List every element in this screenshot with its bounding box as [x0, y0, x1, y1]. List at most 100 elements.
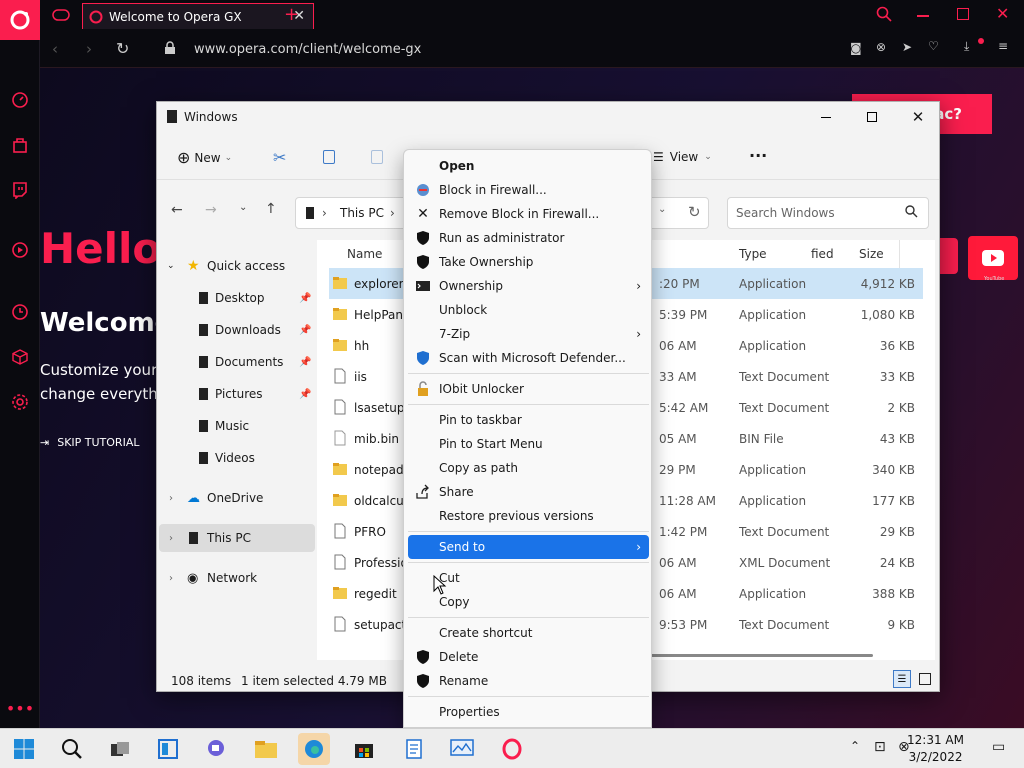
nav-documents[interactable]: Documents 📌 [157, 348, 313, 376]
file-explorer-taskbar-icon[interactable] [250, 733, 282, 765]
nav-desktop[interactable]: Desktop 📌 [157, 284, 313, 312]
breadcrumb-this-pc[interactable]: This PC [340, 206, 384, 220]
menu-take-ownership[interactable]: Take Ownership [408, 250, 649, 274]
column-type[interactable]: Type [739, 240, 767, 268]
camera-icon[interactable]: ◙ [850, 41, 862, 55]
taskbar-search-icon[interactable] [56, 733, 88, 765]
settings-gear-icon[interactable] [10, 392, 30, 412]
adblock-icon[interactable]: ⊗ [876, 40, 886, 54]
search-tabs-icon[interactable] [876, 6, 892, 25]
tab-welcome[interactable]: Welcome to Opera GX ✕ [82, 3, 314, 29]
menu-unblock[interactable]: Unblock [408, 298, 649, 322]
nav-quick-access[interactable]: ⌄ ★ Quick access [157, 252, 313, 280]
minimize-icon[interactable] [917, 15, 929, 17]
chat-icon[interactable] [200, 733, 232, 765]
heart-icon[interactable]: ♡ [928, 39, 939, 53]
nav-pictures[interactable]: Pictures 📌 [157, 380, 313, 408]
explorer-title-bar[interactable]: Windows ✕ [157, 102, 939, 132]
menu-copy-as-path[interactable]: Copy as path [408, 456, 649, 480]
details-view-icon[interactable]: ☰ [893, 670, 911, 688]
cube-icon[interactable] [10, 347, 30, 367]
more-options-icon[interactable]: ··· [749, 146, 767, 165]
menu-share[interactable]: Share [408, 480, 649, 504]
speed-dial-icon[interactable] [10, 90, 30, 110]
menu-pin-taskbar[interactable]: Pin to taskbar [408, 408, 649, 432]
menu-7zip[interactable]: 7-Zip › [408, 322, 649, 346]
notepad-taskbar-icon[interactable] [398, 733, 430, 765]
menu-rename[interactable]: Rename [408, 669, 649, 693]
view-button[interactable]: ☰ View ⌄ [653, 150, 712, 164]
nav-videos[interactable]: Videos [157, 444, 313, 472]
new-tab-plus-icon[interactable]: + [284, 4, 299, 25]
edge-taskbar-icon[interactable] [298, 733, 330, 765]
nav-this-pc[interactable]: › This PC [159, 524, 315, 552]
menu-properties[interactable]: Properties [408, 700, 649, 724]
address-dropdown-icon[interactable]: ⌄ [658, 204, 666, 215]
download-icon[interactable]: ⤓ [964, 39, 969, 54]
store-icon[interactable] [10, 135, 30, 155]
more-dots-icon[interactable]: ••• [6, 698, 34, 718]
menu-open[interactable]: Open [408, 154, 649, 178]
menu-restore-versions[interactable]: Restore previous versions [408, 504, 649, 528]
search-input[interactable]: Search Windows [727, 197, 929, 229]
skip-tutorial-link[interactable]: ⇥ SKIP TUTORIAL [40, 436, 139, 449]
column-size[interactable]: Size [859, 240, 884, 268]
expand-chevron-icon[interactable]: › [169, 533, 173, 544]
easy-setup-icon[interactable]: ≡ [998, 39, 1008, 53]
forward-icon[interactable]: › [86, 40, 92, 58]
explorer-maximize-button[interactable] [849, 102, 895, 132]
notification-center-icon[interactable]: ▭ [992, 739, 1005, 755]
system-clock[interactable]: 12:31 AM 3/2/2022 [907, 732, 964, 766]
menu-scan-defender[interactable]: Scan with Microsoft Defender... [408, 346, 649, 370]
expand-chevron-icon[interactable]: › [169, 493, 173, 504]
tray-chevron-up-icon[interactable]: ⌃ [850, 739, 860, 753]
store-taskbar-icon[interactable] [348, 733, 380, 765]
nav-music[interactable]: Music [157, 412, 313, 440]
cut-icon[interactable]: ✂ [273, 148, 286, 167]
opera-taskbar-icon[interactable] [496, 733, 528, 765]
opera-logo-icon[interactable] [0, 0, 40, 40]
player-icon[interactable] [10, 240, 30, 260]
paste-icon[interactable] [371, 150, 383, 164]
refresh-icon[interactable]: ↻ [688, 203, 701, 221]
youtube-tile[interactable] [968, 236, 1018, 280]
nav-onedrive[interactable]: › ☁ OneDrive [157, 484, 313, 512]
reload-icon[interactable]: ↻ [116, 39, 129, 58]
tiles-view-icon[interactable] [919, 673, 931, 685]
nav-forward-icon[interactable]: → [205, 202, 217, 218]
monitor-taskbar-icon[interactable] [446, 733, 478, 765]
nav-network[interactable]: › ◉ Network [157, 564, 313, 592]
menu-iobit-unlocker[interactable]: IObit Unlocker [408, 377, 649, 401]
copy-icon[interactable] [323, 150, 335, 164]
send-icon[interactable]: ➤ [902, 40, 912, 54]
widgets-icon[interactable] [152, 733, 184, 765]
expand-chevron-icon[interactable]: ⌄ [167, 261, 175, 271]
url-text[interactable]: www.opera.com/client/welcome-gx [194, 42, 421, 57]
menu-remove-block-firewall[interactable]: ✕ Remove Block in Firewall... [408, 202, 649, 226]
twitch-icon[interactable] [10, 180, 30, 200]
menu-delete[interactable]: Delete [408, 645, 649, 669]
network-tray-icon[interactable]: ⊡ [874, 739, 886, 755]
task-view-icon[interactable] [104, 733, 136, 765]
menu-create-shortcut[interactable]: Create shortcut [408, 621, 649, 645]
recent-locations-icon[interactable]: ⌄ [239, 202, 247, 213]
expand-chevron-icon[interactable]: › [169, 573, 173, 584]
restore-icon[interactable] [957, 8, 969, 20]
column-name[interactable]: Name [347, 240, 382, 268]
menu-block-firewall[interactable]: Block in Firewall... [408, 178, 649, 202]
menu-pin-start[interactable]: Pin to Start Menu [408, 432, 649, 456]
gamepad-icon[interactable] [52, 8, 70, 25]
nav-downloads[interactable]: Downloads 📌 [157, 316, 313, 344]
back-icon[interactable]: ‹ [52, 40, 58, 58]
menu-ownership[interactable]: Ownership › [408, 274, 649, 298]
history-icon[interactable] [10, 302, 30, 322]
new-button[interactable]: ⊕ New ⌄ [177, 148, 232, 167]
nav-up-icon[interactable]: ↑ [265, 201, 277, 217]
explorer-close-button[interactable]: ✕ [895, 102, 941, 132]
menu-send-to[interactable]: Send to › [408, 535, 649, 559]
start-windows-icon[interactable] [8, 733, 40, 765]
explorer-minimize-button[interactable] [803, 102, 849, 132]
column-modified[interactable]: fied [811, 240, 834, 268]
nav-back-icon[interactable]: ← [171, 202, 183, 218]
menu-run-admin[interactable]: Run as administrator [408, 226, 649, 250]
